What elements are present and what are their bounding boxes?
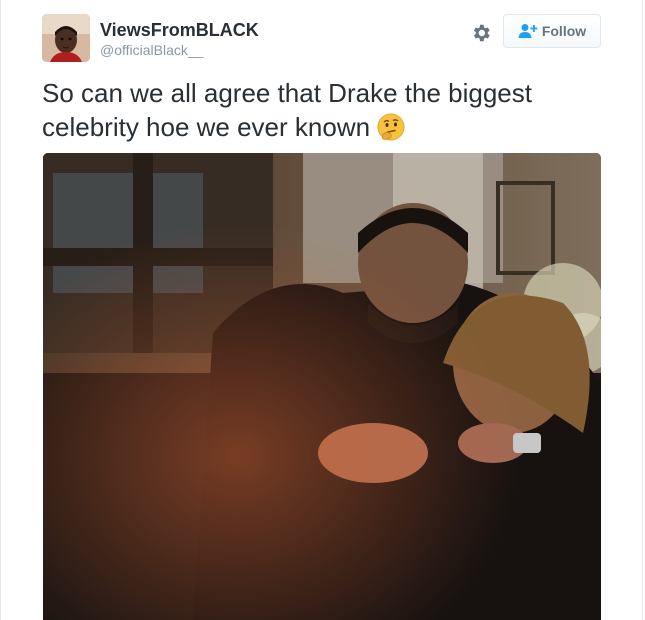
display-name[interactable]: ViewsFromBLACK	[100, 20, 259, 41]
follow-label: Follow	[541, 23, 587, 39]
tweet-text: So can we all agree that Drake the bigge…	[42, 76, 562, 144]
thinking-face-emoji-icon	[376, 112, 406, 142]
avatar[interactable]	[42, 14, 90, 62]
username-handle[interactable]: @officialBlack__	[100, 42, 203, 58]
tweet-photo[interactable]	[43, 153, 601, 620]
follow-button[interactable]: Follow	[503, 14, 601, 48]
add-user-icon	[518, 23, 538, 39]
avatar-image	[42, 14, 90, 62]
gear-icon[interactable]	[470, 22, 492, 44]
photo-image	[43, 153, 601, 620]
tweet-body: So can we all agree that Drake the bigge…	[42, 78, 532, 142]
